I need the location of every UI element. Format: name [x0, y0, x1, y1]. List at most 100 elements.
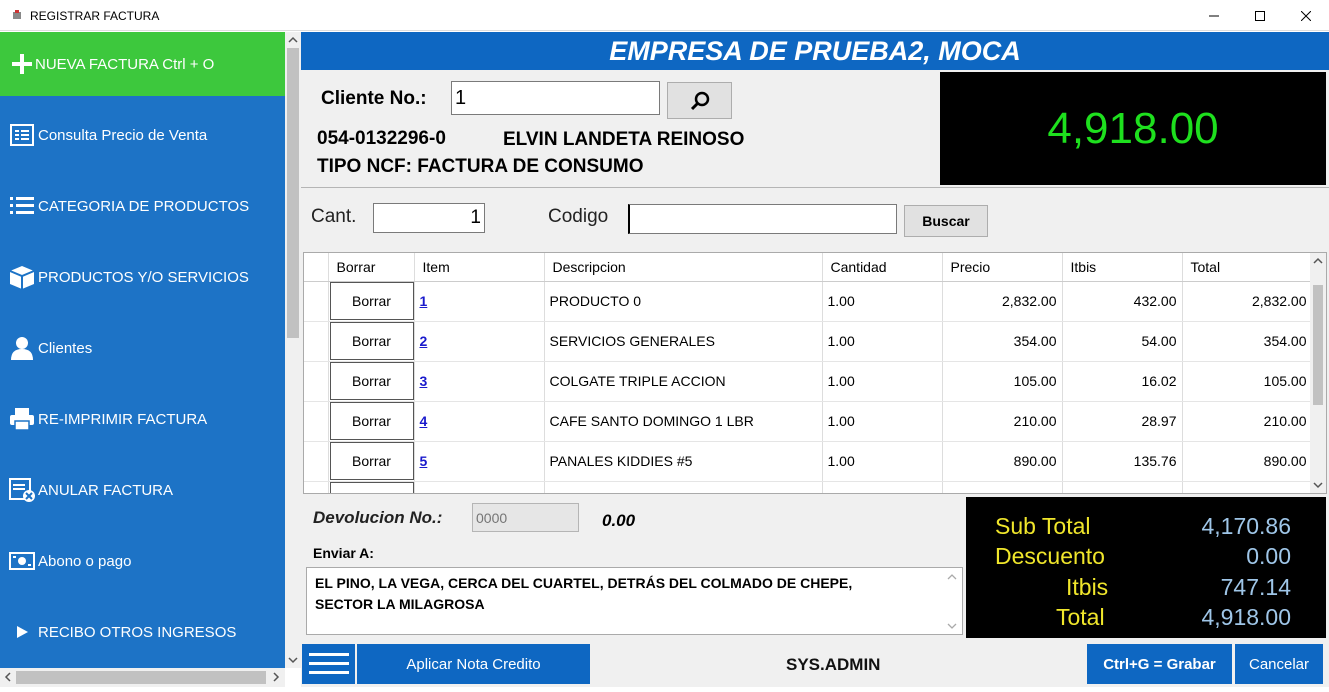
item-link[interactable]: 3 [420, 373, 428, 389]
sidebar-item-products[interactable]: PRODUCTOS Y/O SERVICIOS [0, 245, 285, 309]
sidebar-item-clients[interactable]: Clientes [0, 316, 285, 380]
row-header-cell[interactable] [304, 321, 329, 362]
row-header-cell[interactable] [304, 361, 329, 402]
close-button[interactable] [1283, 0, 1329, 31]
table-row[interactable]: Borrar 4 CAFE SANTO DOMINGO 1 LBR 1.00 2… [304, 401, 1313, 442]
delete-row-button[interactable]: Borrar [329, 282, 414, 320]
title-bar: REGISTRAR FACTURA [0, 0, 1329, 31]
new-invoice-label: NUEVA FACTURA Ctrl + O [35, 55, 215, 73]
item-link[interactable]: 2 [420, 333, 428, 349]
quantity-input[interactable] [373, 203, 485, 233]
table-header-row: Borrar Item Descripcion Cantidad Precio … [304, 253, 1313, 282]
sidebar-item-payment[interactable]: Abono o pago [0, 529, 285, 593]
delete-row-button[interactable] [329, 482, 414, 493]
description-cell: PRODUCTO 0 [544, 281, 823, 322]
item-link[interactable]: 4 [420, 413, 428, 429]
table-row[interactable]: Borrar 1 PRODUCTO 0 1.00 2,832.00 432.00… [304, 281, 1313, 322]
item-link[interactable]: 5 [420, 453, 428, 469]
minimize-button[interactable] [1191, 0, 1237, 31]
sidebar-vertical-scrollbar[interactable] [285, 32, 301, 668]
column-header-itbis[interactable]: Itbis [1062, 253, 1183, 282]
sidebar-item-reprint[interactable]: RE-IMPRIMIR FACTURA [0, 387, 285, 451]
ship-to-label: Enviar A: [313, 545, 374, 561]
grid-scrollbar[interactable] [1310, 253, 1326, 493]
delete-row-button[interactable]: Borrar [329, 322, 414, 360]
scrollbar-thumb[interactable] [16, 671, 266, 684]
ship-to-address: EL PINO, LA VEGA, CERCA DEL CUARTEL, DET… [315, 575, 853, 612]
discount-value: 0.00 [1246, 543, 1291, 569]
scroll-up-icon[interactable] [1310, 253, 1326, 269]
sidebar-item-categories[interactable]: CATEGORIA DE PRODUCTOS [0, 174, 285, 238]
sidebar-item-cancel-invoice[interactable]: ANULAR FACTURA [0, 458, 285, 522]
items-table: Borrar Item Descripcion Cantidad Precio … [304, 253, 1313, 493]
itbis-value: 747.14 [1220, 574, 1291, 600]
price-cell: 105.00 [942, 361, 1063, 402]
sidebar-item-price-lookup[interactable]: Consulta Precio de Venta [0, 103, 285, 167]
menu-button[interactable] [302, 644, 355, 684]
column-header-quantity[interactable]: Cantidad [822, 253, 943, 282]
divider [301, 187, 1329, 188]
new-invoice-button[interactable]: NUEVA FACTURA Ctrl + O [0, 32, 285, 96]
total-cell: 890.00 [1182, 441, 1313, 482]
column-header-delete[interactable]: Borrar [328, 253, 415, 282]
sidebar-item-label: PRODUCTOS Y/O SERVICIOS [38, 268, 249, 286]
search-button[interactable]: Buscar [904, 205, 988, 237]
delete-row-button[interactable]: Borrar [329, 442, 414, 480]
customer-name: ELVIN LANDETA REINOSO [503, 129, 745, 150]
printer-icon [9, 406, 35, 432]
column-header-description[interactable]: Descripcion [544, 253, 823, 282]
description-cell: CAFE SANTO DOMINGO 1 LBR [544, 401, 823, 442]
play-icon [9, 619, 35, 645]
table-row[interactable]: Borrar 5 PANALES KIDDIES #5 1.00 890.00 … [304, 441, 1313, 482]
code-input[interactable] [628, 204, 897, 234]
cancel-invoice-icon [9, 477, 35, 503]
return-number-input[interactable] [472, 503, 579, 532]
sidebar-horizontal-scrollbar[interactable] [0, 668, 285, 687]
save-button[interactable]: Ctrl+G = Grabar [1087, 644, 1232, 684]
price-cell: 2,832.00 [942, 281, 1063, 322]
sidebar-item-other-income[interactable]: RECIBO OTROS INGRESOS [0, 600, 285, 664]
scroll-up-icon[interactable] [285, 32, 301, 48]
scrollbar-thumb[interactable] [1313, 285, 1323, 405]
scroll-left-icon[interactable] [0, 668, 16, 687]
itbis-cell: 16.02 [1062, 361, 1183, 402]
price-cell: 210.00 [942, 401, 1063, 442]
maximize-button[interactable] [1237, 0, 1283, 31]
company-header: EMPRESA DE PRUEBA2, MOCA [301, 32, 1329, 70]
delete-row-button[interactable]: Borrar [329, 362, 414, 400]
item-link[interactable]: 1 [420, 293, 428, 309]
scroll-down-icon[interactable] [285, 652, 301, 668]
description-cell: COLGATE TRIPLE ACCION [544, 361, 823, 402]
column-header-total[interactable]: Total [1182, 253, 1313, 282]
plus-icon [9, 51, 35, 77]
row-header-cell[interactable] [304, 441, 329, 482]
table-row[interactable]: Borrar 2 SERVICIOS GENERALES 1.00 354.00… [304, 321, 1313, 362]
customer-number-input[interactable] [451, 81, 660, 115]
customer-search-button[interactable] [667, 82, 732, 119]
scrollbar-thumb[interactable] [287, 48, 299, 338]
scroll-down-icon[interactable] [1310, 477, 1326, 493]
total-cell: 354.00 [1182, 321, 1313, 362]
row-header-cell[interactable] [304, 401, 329, 442]
ship-to-address-box[interactable]: EL PINO, LA VEGA, CERCA DEL CUARTEL, DET… [306, 567, 963, 635]
row-header-cell[interactable] [304, 281, 329, 322]
apply-credit-note-button[interactable]: Aplicar Nota Credito [357, 644, 590, 684]
table-row[interactable]: Borrar 3 COLGATE TRIPLE ACCION 1.00 105.… [304, 361, 1313, 402]
quantity-cell: 1.00 [822, 361, 943, 402]
window-title: REGISTRAR FACTURA [30, 9, 160, 23]
price-list-icon [9, 122, 35, 148]
quantity-cell: 1.00 [822, 281, 943, 322]
delete-row-button[interactable]: Borrar [329, 402, 414, 440]
scroll-right-icon[interactable] [268, 668, 284, 687]
column-header-price[interactable]: Precio [942, 253, 1063, 282]
minimize-icon [1209, 15, 1219, 16]
scroll-up-icon[interactable] [946, 572, 958, 582]
scroll-down-icon[interactable] [946, 621, 958, 631]
column-header-item[interactable]: Item [414, 253, 545, 282]
total-value: 4,918.00 [1201, 604, 1291, 630]
cancel-button[interactable]: Cancelar [1235, 644, 1323, 684]
sidebar: NUEVA FACTURA Ctrl + O Consulta Precio d… [0, 32, 285, 668]
return-amount: 0.00 [602, 511, 636, 530]
table-row[interactable] [304, 481, 1313, 493]
sidebar-item-label: RE-IMPRIMIR FACTURA [38, 410, 208, 428]
